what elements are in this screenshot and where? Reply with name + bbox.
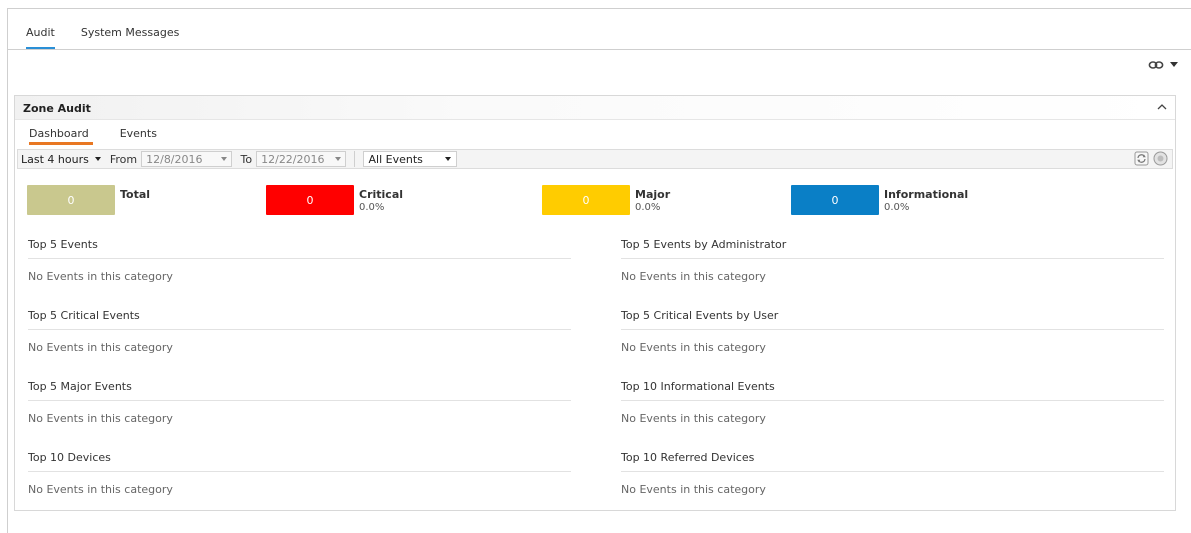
frame-border-left bbox=[7, 8, 8, 533]
counter-informational-box: 0 bbox=[791, 185, 879, 215]
counter-critical-pct: 0.0% bbox=[359, 202, 385, 213]
counter-critical-meta: Critical 0.0% bbox=[359, 188, 403, 215]
counter-informational-pct: 0.0% bbox=[884, 202, 910, 213]
counter-major-label: Major bbox=[635, 188, 671, 201]
section-title: Top 5 Events by Administrator bbox=[621, 238, 787, 251]
from-date-input[interactable]: 12/8/2016 bbox=[141, 151, 232, 167]
section-divider bbox=[621, 258, 1164, 259]
section-divider bbox=[28, 258, 571, 259]
counter-informational[interactable]: 0 Informational 0.0% bbox=[791, 185, 968, 215]
section-empty-message: No Events in this category bbox=[28, 270, 173, 283]
section-top-10-informational-events: Top 10 Informational Events No Events in… bbox=[621, 380, 1164, 425]
from-date-value: 12/8/2016 bbox=[146, 152, 203, 166]
section-title: Top 10 Devices bbox=[28, 451, 111, 464]
time-range-select[interactable]: Last 4 hours bbox=[21, 151, 101, 167]
event-type-value: All Events bbox=[368, 152, 423, 166]
tab-bar-divider bbox=[8, 49, 1191, 50]
tab-events[interactable]: Events bbox=[120, 127, 157, 145]
counter-total-meta: Total bbox=[120, 188, 150, 215]
time-range-caret-icon bbox=[94, 157, 101, 161]
counter-critical-box: 0 bbox=[266, 185, 354, 215]
section-divider bbox=[28, 471, 571, 472]
section-empty-message: No Events in this category bbox=[28, 483, 173, 496]
section-title: Top 5 Critical Events bbox=[28, 309, 140, 322]
panel-header: Zone Audit bbox=[15, 96, 1175, 120]
counter-major-box: 0 bbox=[542, 185, 630, 215]
section-divider bbox=[28, 329, 571, 330]
section-title: Top 5 Major Events bbox=[28, 380, 132, 393]
refresh-icon[interactable] bbox=[1134, 151, 1149, 169]
section-empty-message: No Events in this category bbox=[28, 341, 173, 354]
event-type-caret-icon bbox=[444, 157, 451, 161]
section-divider bbox=[28, 400, 571, 401]
settings-icon[interactable] bbox=[1153, 151, 1168, 169]
counter-total[interactable]: 0 Total bbox=[27, 185, 150, 215]
counter-major[interactable]: 0 Major 0.0% bbox=[542, 185, 670, 215]
counter-total-label: Total bbox=[120, 188, 151, 201]
filter-bar: Last 4 hours From 12/8/2016 To 12/22/201… bbox=[17, 149, 1173, 169]
section-empty-message: No Events in this category bbox=[621, 483, 766, 496]
counter-informational-meta: Informational 0.0% bbox=[884, 188, 968, 215]
counter-informational-label: Informational bbox=[884, 188, 969, 201]
section-divider bbox=[621, 471, 1164, 472]
tab-audit[interactable]: Audit bbox=[26, 26, 55, 50]
section-empty-message: No Events in this category bbox=[28, 412, 173, 425]
toolbar-actions bbox=[1148, 60, 1178, 70]
to-date-value: 12/22/2016 bbox=[261, 152, 325, 166]
section-title: Top 10 Informational Events bbox=[621, 380, 775, 393]
tab-system-messages[interactable]: System Messages bbox=[81, 26, 179, 50]
section-top-5-critical-events: Top 5 Critical Events No Events in this … bbox=[28, 309, 571, 354]
section-title: Top 10 Referred Devices bbox=[621, 451, 755, 464]
from-label: From bbox=[109, 152, 138, 166]
section-top-10-referred-devices: Top 10 Referred Devices No Events in thi… bbox=[621, 451, 1164, 496]
counter-critical[interactable]: 0 Critical 0.0% bbox=[266, 185, 403, 215]
zone-audit-panel: Zone Audit Dashboard Events Last 4 hours… bbox=[14, 95, 1176, 511]
counter-major-pct: 0.0% bbox=[635, 202, 661, 213]
section-top-5-events-by-administrator: Top 5 Events by Administrator No Events … bbox=[621, 238, 1164, 283]
section-top-5-major-events: Top 5 Major Events No Events in this cat… bbox=[28, 380, 571, 425]
counter-total-box: 0 bbox=[27, 185, 115, 215]
section-top-10-devices: Top 10 Devices No Events in this categor… bbox=[28, 451, 571, 496]
section-top-5-critical-events-by-user: Top 5 Critical Events by User No Events … bbox=[621, 309, 1164, 354]
dropdown-caret-icon[interactable] bbox=[1170, 62, 1178, 68]
link-icon[interactable] bbox=[1148, 60, 1164, 70]
app-window: Audit System Messages Zone Audit Dashboa… bbox=[0, 0, 1191, 533]
collapse-chevron-icon[interactable] bbox=[1157, 101, 1167, 114]
to-date-input[interactable]: 12/22/2016 bbox=[256, 151, 346, 167]
section-empty-message: No Events in this category bbox=[621, 341, 766, 354]
section-title: Top 5 Events bbox=[28, 238, 98, 251]
filter-separator bbox=[353, 151, 355, 167]
section-empty-message: No Events in this category bbox=[621, 412, 766, 425]
section-empty-message: No Events in this category bbox=[621, 270, 766, 283]
from-date-caret-icon bbox=[220, 157, 227, 161]
sub-tab-bar: Dashboard Events bbox=[29, 127, 184, 145]
section-title: Top 5 Critical Events by User bbox=[621, 309, 779, 322]
section-top-5-events: Top 5 Events No Events in this category bbox=[28, 238, 571, 283]
section-divider bbox=[621, 400, 1164, 401]
section-divider bbox=[621, 329, 1164, 330]
time-range-value: Last 4 hours bbox=[21, 152, 89, 166]
panel-title: Zone Audit bbox=[23, 102, 91, 115]
event-type-select[interactable]: All Events bbox=[362, 151, 457, 167]
to-date-caret-icon bbox=[334, 157, 341, 161]
top-tab-bar: Audit System Messages bbox=[26, 26, 205, 50]
counter-critical-label: Critical bbox=[359, 188, 404, 201]
filter-actions bbox=[1134, 151, 1168, 169]
to-label: To bbox=[240, 152, 253, 166]
counter-major-meta: Major 0.0% bbox=[635, 188, 670, 215]
frame-border-top bbox=[7, 8, 1191, 9]
tab-dashboard[interactable]: Dashboard bbox=[29, 127, 93, 145]
